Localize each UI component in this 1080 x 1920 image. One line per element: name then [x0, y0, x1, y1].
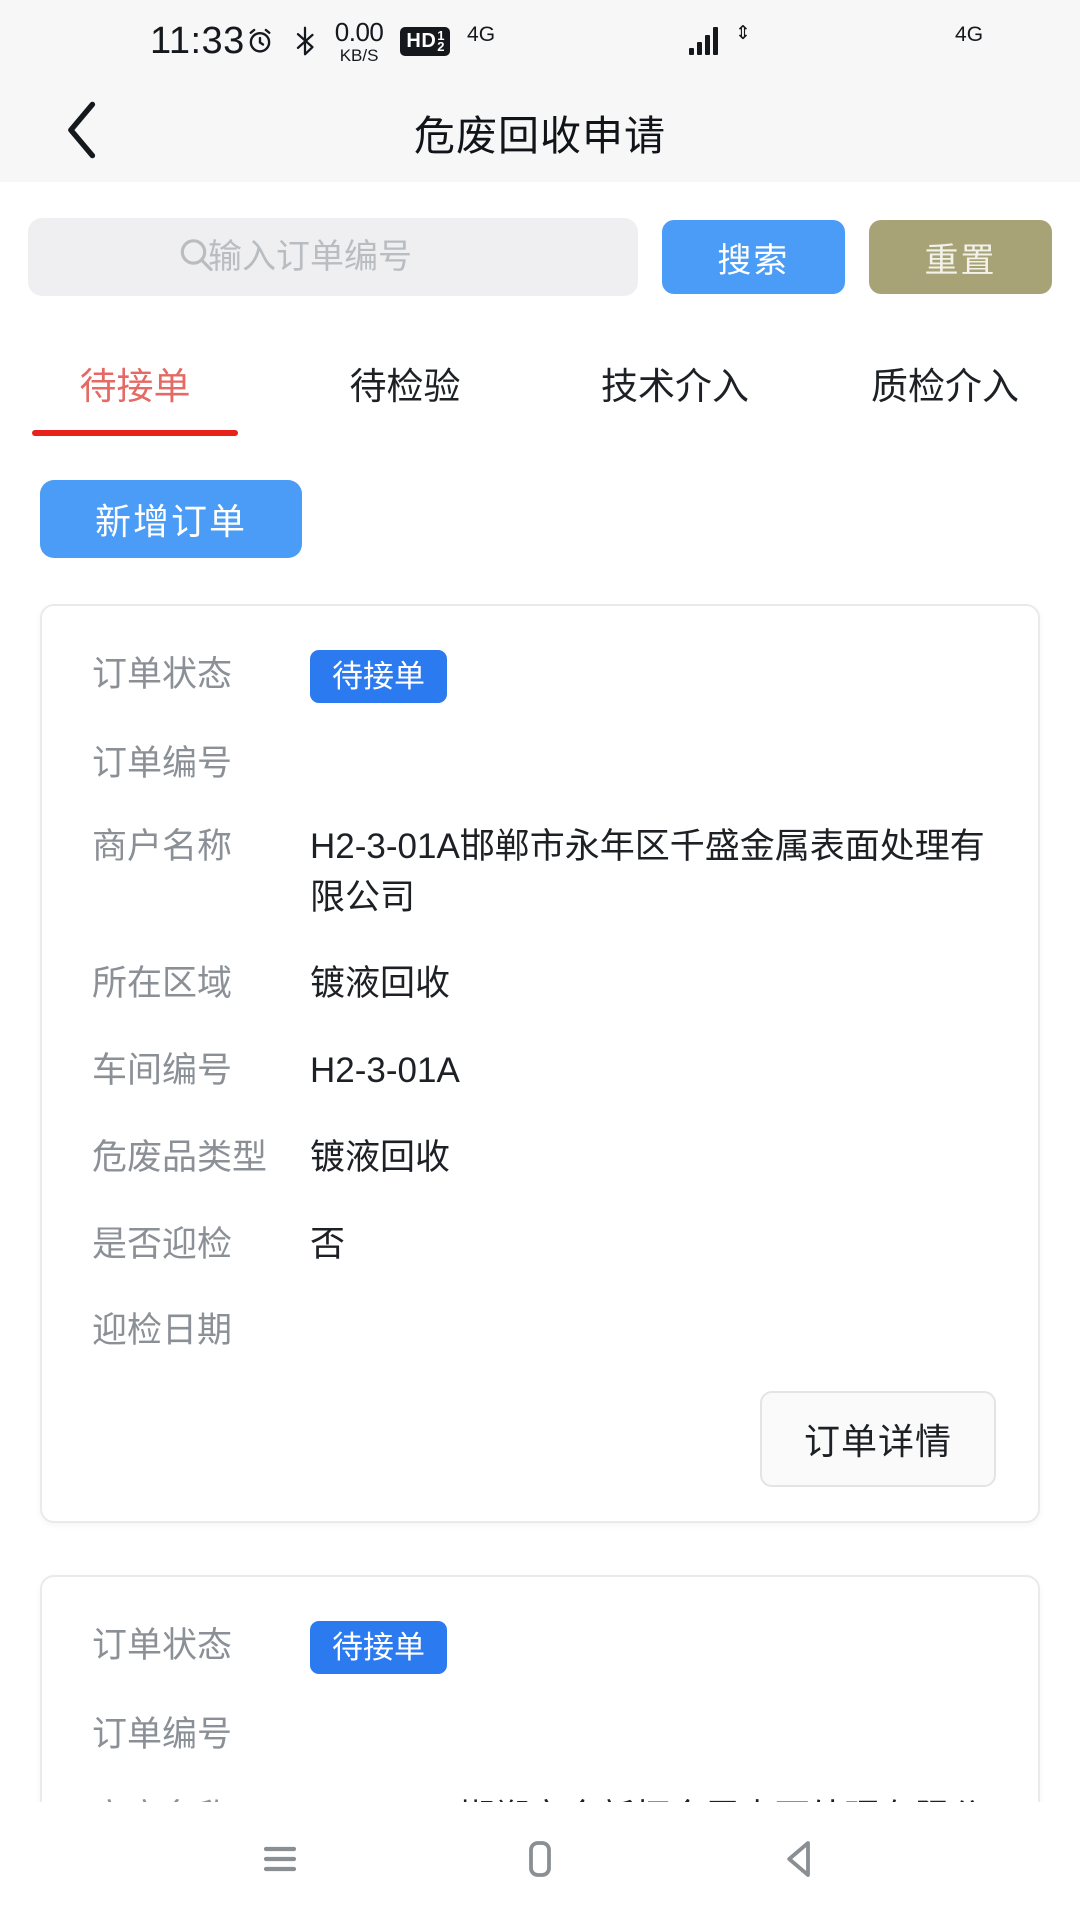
field-label: 订单状态: [92, 1626, 233, 1665]
app-header: 危废回收申请: [0, 82, 1080, 182]
tab-active-underline: [32, 430, 238, 436]
field-order-status: 订单状态 待接单: [92, 1621, 996, 1674]
tab-technical-intervention[interactable]: 技术介入: [540, 356, 810, 436]
field-value: 镀液回收: [310, 1137, 451, 1177]
tab-label: 待接单: [79, 366, 191, 407]
field-value: 待接单: [310, 650, 996, 703]
home-button[interactable]: [495, 1816, 585, 1906]
tab-pending-accept[interactable]: 待接单: [0, 356, 270, 436]
sim2-label: 4G: [955, 23, 984, 46]
sim1-label: 4G: [467, 23, 496, 46]
status-icons: 0.00 KB/S HD12 4G ⇕ 4G 78: [245, 19, 1080, 64]
network-speed: 0.00 KB/S: [335, 19, 384, 64]
chevron-left-icon: [62, 99, 104, 166]
field-label: 订单状态: [92, 655, 233, 694]
alarm-icon: [245, 26, 275, 56]
field-order-no: 订单编号: [92, 1710, 996, 1757]
tab-quality-intervention[interactable]: 质检介入: [810, 356, 1080, 436]
field-value: [310, 1710, 996, 1754]
net-speed-value: 0.00: [334, 16, 384, 47]
field-label: 迎检日期: [92, 1311, 233, 1351]
field-value: H2-3-01A邯郸市永年区千盛金属表面处理有限公司: [310, 826, 985, 917]
field-area: 所在区域 镀液回收: [92, 959, 996, 1010]
add-order-button[interactable]: 新增订单: [40, 480, 302, 558]
search-input[interactable]: [148, 237, 638, 277]
field-label: 所在区域: [92, 964, 233, 1004]
tab-label: 待检验: [349, 366, 461, 407]
field-value: [310, 1306, 996, 1350]
search-box[interactable]: [28, 218, 638, 296]
bluetooth-icon: [292, 26, 318, 56]
data-arrows-icon: ⇕: [735, 23, 751, 44]
tab-bar: 待接单 待检验 技术介入 质检介入: [0, 296, 1080, 436]
search-row: 搜索 重置: [0, 182, 1080, 296]
status-badge: 待接单: [310, 650, 447, 703]
home-icon: [516, 1835, 564, 1888]
status-bar: 11:33 0.00 KB/S HD 1 2 4G ⇕ 4G: [0, 0, 1080, 82]
page-title: 危废回收申请: [414, 113, 666, 159]
toolbar: 新增订单: [0, 436, 1080, 558]
field-waste-type: 危废品类型 镀液回收: [92, 1133, 996, 1184]
field-value: [310, 739, 996, 783]
search-icon: [176, 235, 216, 280]
field-label: 车间编号: [92, 1051, 233, 1090]
menu-icon: [256, 1835, 304, 1888]
system-navigation-bar: [0, 1802, 1080, 1920]
field-label: 订单编号: [92, 744, 233, 783]
field-label: 订单编号: [92, 1715, 233, 1754]
back-button[interactable]: [38, 82, 128, 182]
signal-bars-sim1: [689, 27, 719, 55]
reset-button[interactable]: 重置: [868, 220, 1052, 294]
signal-icon-sim1: 4G: [467, 24, 719, 55]
order-detail-button[interactable]: 订单详情: [759, 1391, 996, 1487]
search-button[interactable]: 搜索: [661, 220, 845, 294]
field-label: 商户名称: [92, 826, 233, 866]
order-card[interactable]: 订单状态 待接单 订单编号 商户名称 H2-3-01A邯郸市永年区千盛金属表面处…: [40, 604, 1040, 1523]
tab-pending-inspection[interactable]: 待检验: [270, 356, 540, 436]
field-inspection-date: 迎检日期: [92, 1306, 996, 1353]
field-label: 是否迎检: [92, 1224, 233, 1264]
recents-button[interactable]: [235, 1816, 325, 1906]
field-value: 否: [310, 1224, 346, 1264]
status-time: 11:33: [150, 19, 245, 62]
hd-voice-icon: HD 1 2: [400, 26, 451, 56]
hd-sub: 2: [437, 39, 446, 54]
back-triangle-icon: [776, 1835, 824, 1888]
field-value: 待接单: [310, 1621, 996, 1674]
field-order-no: 订单编号: [92, 739, 996, 786]
card-actions: 订单详情: [92, 1391, 996, 1487]
net-speed-unit: KB/S: [339, 45, 379, 65]
field-merchant-name: 商户名称 H2-3-01A邯郸市永年区千盛金属表面处理有限公司: [92, 822, 996, 924]
field-value: 镀液回收: [310, 964, 451, 1004]
back-button-system[interactable]: [755, 1816, 845, 1906]
page-body: 搜索 重置 待接单 待检验 技术介入 质检介入 新增订单: [0, 182, 1080, 1920]
field-workshop-no: 车间编号 H2-3-01A: [92, 1046, 996, 1097]
field-value: H2-3-01A: [310, 1051, 460, 1090]
tab-label: 质检介入: [871, 366, 1019, 407]
status-badge: 待接单: [310, 1621, 447, 1674]
tab-label: 技术介入: [601, 366, 749, 407]
signal-icon-sim2: ⇕ 4G: [735, 24, 1080, 55]
field-order-status: 订单状态 待接单: [92, 650, 996, 703]
order-list: 订单状态 待接单 订单编号 商户名称 H2-3-01A邯郸市永年区千盛金属表面处…: [0, 558, 1080, 1920]
field-is-inspection: 是否迎检 否: [92, 1220, 996, 1271]
hd-label: HD: [406, 29, 437, 52]
phone-screen: 11:33 0.00 KB/S HD 1 2 4G ⇕ 4G 危废回收申请 输入…: [0, 0, 1080, 1920]
field-label: 危废品类型: [92, 1137, 268, 1177]
